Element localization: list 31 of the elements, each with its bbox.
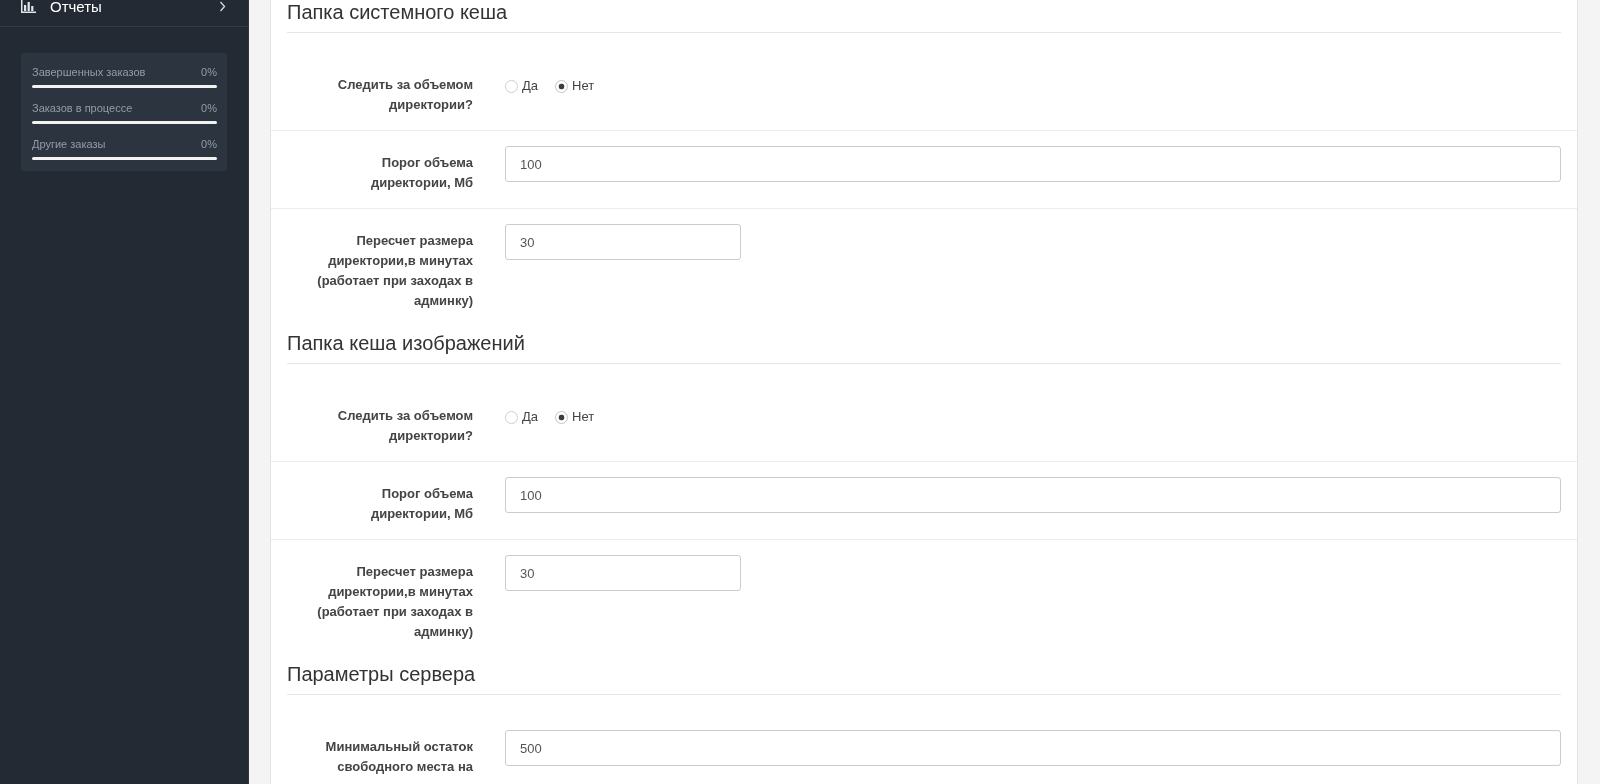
text-field[interactable]: 30 (505, 224, 741, 260)
section-heading: Папка системного кеша (287, 0, 1561, 33)
text-field[interactable]: 100 (505, 146, 1561, 182)
field-label: Пересчет размера директории,в минутах (работает при заходах в админку) (316, 232, 473, 310)
radio-option[interactable]: Нет (555, 407, 595, 427)
menu-item[interactable]: Отчеты (0, 0, 248, 27)
text-field[interactable]: 500 (505, 730, 1561, 766)
radio-option[interactable]: Да (505, 407, 539, 427)
radio-button[interactable] (505, 410, 518, 424)
field-label: Следить за объемом директории? (336, 407, 473, 445)
radio-button[interactable] (555, 79, 569, 93)
field-label: Порог объема директории, Мб (369, 154, 473, 192)
bar-chart-icon (21, 0, 36, 13)
field-label: Минимальный остаток свободного места на (324, 738, 473, 776)
radio-button[interactable] (505, 79, 518, 93)
stat-label: Другие заказы (32, 137, 106, 151)
stat-label: Завершенных заказов (32, 65, 146, 79)
radio-button[interactable] (555, 410, 569, 424)
field-label: Следить за объемом директории? (336, 76, 473, 114)
radio-option[interactable]: Да (505, 76, 539, 96)
field-label: Порог объема директории, Мб (369, 485, 473, 523)
stat-percent: 0% (201, 137, 217, 151)
text-field[interactable]: 100 (505, 477, 1561, 513)
stat-percent: 0% (201, 101, 217, 115)
stat-label: Заказов в процессе (32, 101, 133, 115)
section-heading: Параметры сервера (287, 662, 1561, 695)
radio-option[interactable]: Нет (555, 76, 595, 96)
text-field[interactable]: 30 (505, 555, 741, 591)
stat-percent: 0% (201, 65, 217, 79)
field-label: Пересчет размера директории,в минутах (работает при заходах в админку) (316, 563, 473, 641)
section-heading: Папка кеша изображений (287, 331, 1561, 364)
